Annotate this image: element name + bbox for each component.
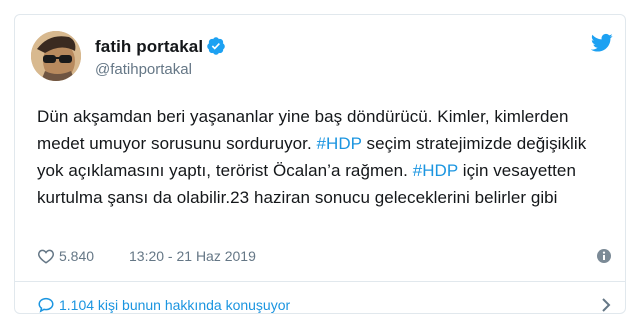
verified-icon <box>207 37 225 55</box>
chevron-right-icon[interactable] <box>600 297 612 313</box>
conversation-count[interactable]: 1.104 kişi bunun hakkında konuşuyor <box>59 297 290 313</box>
like-count[interactable]: 5.840 <box>59 248 94 264</box>
hashtag-link[interactable]: #HDP <box>317 134 362 153</box>
handle[interactable]: @fatihportakal <box>95 61 192 78</box>
info-icon[interactable] <box>596 248 612 264</box>
avatar[interactable] <box>31 31 81 81</box>
conversation-link[interactable]: 1.104 kişi bunun hakkında konuşuyor <box>37 295 612 317</box>
tweet-card[interactable]: fatih portakal @fatihportakal Dün akşamd… <box>14 14 626 314</box>
tweet-timestamp[interactable]: 13:20 - 21 Haz 2019 <box>129 248 256 264</box>
tweet-meta: 5.840 13:20 - 21 Haz 2019 <box>37 245 612 267</box>
twitter-logo-icon[interactable] <box>591 33 613 53</box>
divider <box>15 281 625 282</box>
tweet-text: Dün akşamdan beri yaşananlar yine baş dö… <box>37 103 617 211</box>
comment-icon <box>38 297 54 313</box>
display-name[interactable]: fatih portakal <box>95 37 203 57</box>
hashtag-link[interactable]: #HDP <box>413 161 458 180</box>
heart-icon[interactable] <box>37 247 55 265</box>
